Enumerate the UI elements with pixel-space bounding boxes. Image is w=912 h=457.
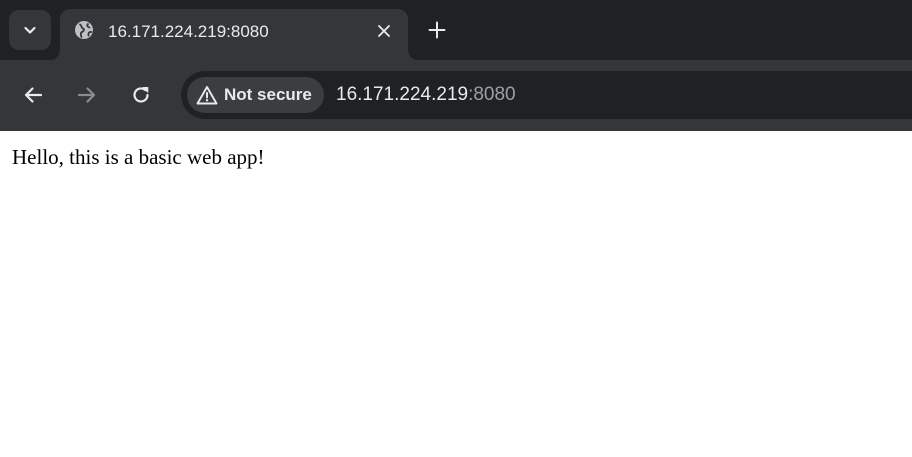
reload-button[interactable]: [128, 82, 154, 108]
arrow-right-icon: [77, 87, 96, 103]
warning-triangle-icon: [196, 85, 218, 105]
close-icon: [378, 25, 390, 37]
tab-search-button[interactable]: [9, 10, 51, 50]
address-bar[interactable]: Not secure 16.171.224.219:8080: [181, 71, 912, 119]
arrow-left-icon: [24, 87, 43, 103]
browser-toolbar: Not secure 16.171.224.219:8080: [0, 60, 912, 131]
active-tab[interactable]: 16.171.224.219:8080: [60, 9, 408, 60]
security-label: Not secure: [224, 85, 312, 104]
plus-icon: [428, 21, 446, 39]
back-button[interactable]: [20, 82, 46, 108]
tab-title: 16.171.224.219:8080: [108, 22, 269, 41]
globe-icon: [75, 21, 93, 39]
page-body-text: Hello, this is a basic web app!: [12, 145, 265, 169]
chevron-down-icon: [24, 26, 36, 34]
tab-strip: 16.171.224.219:8080: [0, 0, 912, 60]
page-content: Hello, this is a basic web app!: [0, 131, 912, 457]
url-host: 16.171.224.219: [336, 84, 469, 105]
new-tab-button[interactable]: [425, 18, 449, 42]
tab-close-button[interactable]: [374, 21, 394, 41]
url-port: :8080: [468, 84, 516, 105]
url-text[interactable]: 16.171.224.219:8080: [336, 84, 516, 106]
site-security-chip[interactable]: Not secure: [187, 77, 324, 113]
forward-button[interactable]: [74, 82, 100, 108]
reload-icon: [133, 87, 149, 103]
